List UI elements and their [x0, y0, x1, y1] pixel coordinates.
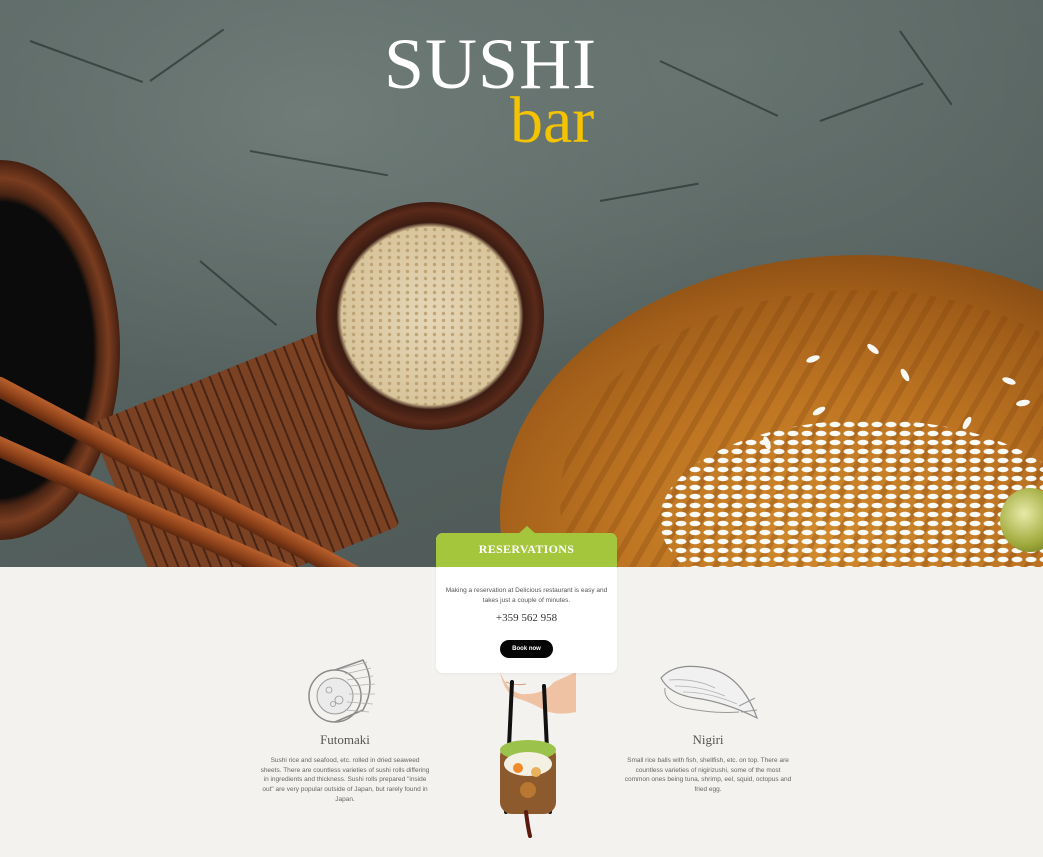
reservations-title: RESERVATIONS — [478, 542, 575, 556]
feature-title: Nigiri — [692, 732, 724, 747]
reservations-card: RESERVATIONS Making a reservation at Del… — [436, 526, 617, 673]
feature-nigiri: Nigiri Small rice balls with fish, shell… — [623, 650, 793, 810]
reservations-header: RESERVATIONS — [436, 526, 617, 567]
feature-title: Futomaki — [320, 732, 370, 747]
chopsticks-sushi-illustration — [500, 672, 576, 838]
reservations-description: Making a reservation at Delicious restau… — [445, 587, 608, 604]
logo-subtitle: bar — [510, 84, 595, 157]
feature-description: Sushi rice and seafood, etc. rolled in d… — [260, 757, 430, 803]
hero-banner: SUSHI bar — [0, 0, 1043, 567]
reservations-phone[interactable]: +359 562 958 — [436, 612, 617, 624]
book-now-button[interactable]: Book now — [500, 640, 553, 658]
feature-futomaki: Futomaki Sushi rice and seafood, etc. ro… — [260, 650, 430, 810]
futomaki-roll-icon — [308, 659, 376, 723]
feature-description: Small rice balls with fish, shellfish, e… — [624, 757, 792, 794]
nigiri-icon — [660, 665, 759, 720]
logo[interactable]: SUSHI bar — [384, 28, 644, 158]
